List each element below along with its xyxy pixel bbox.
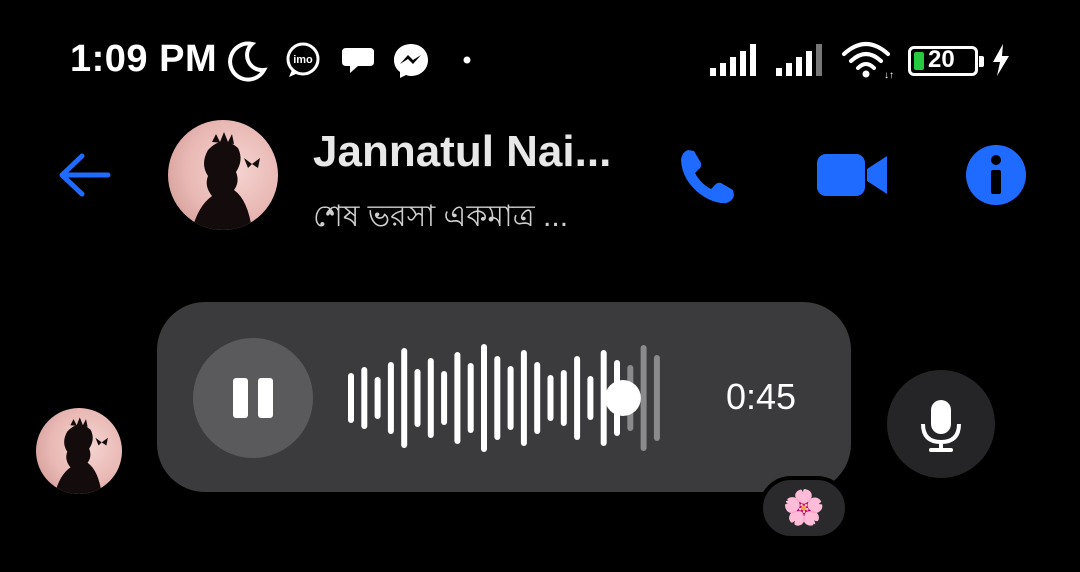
waveform-bar xyxy=(574,356,581,440)
waveform-bar xyxy=(653,355,660,441)
waveform-bar xyxy=(348,373,354,423)
waveform-bar xyxy=(481,344,487,452)
microphone-button[interactable] xyxy=(887,370,995,478)
waveform-bar xyxy=(454,352,461,444)
waveform-bar xyxy=(507,366,514,430)
silhouette-image xyxy=(54,417,108,494)
waveform-bar xyxy=(587,376,594,420)
waveform-bar xyxy=(560,370,567,426)
waveform-bar xyxy=(401,348,408,448)
waveform-bar xyxy=(387,362,394,434)
waveform-bar xyxy=(534,362,541,434)
waveform-bar xyxy=(427,358,434,438)
voice-waveform[interactable] xyxy=(0,0,1080,572)
waveform-bar xyxy=(520,350,527,446)
waveform-bar xyxy=(494,356,501,440)
waveform-bar xyxy=(441,371,448,425)
waveform-bar xyxy=(374,377,381,419)
waveform-bar xyxy=(361,367,368,429)
waveform-bar xyxy=(640,345,647,451)
playback-scrubber[interactable] xyxy=(604,380,641,416)
waveform-bar xyxy=(414,369,421,427)
microphone-icon xyxy=(921,400,961,452)
waveform-bar xyxy=(547,375,554,421)
sender-avatar[interactable] xyxy=(36,408,122,494)
waveform-bar xyxy=(467,363,474,433)
reaction-emoji: 🌸 xyxy=(782,489,826,527)
reaction-badge[interactable]: 🌸 xyxy=(759,476,849,540)
voice-duration: 0:45 xyxy=(726,376,797,417)
